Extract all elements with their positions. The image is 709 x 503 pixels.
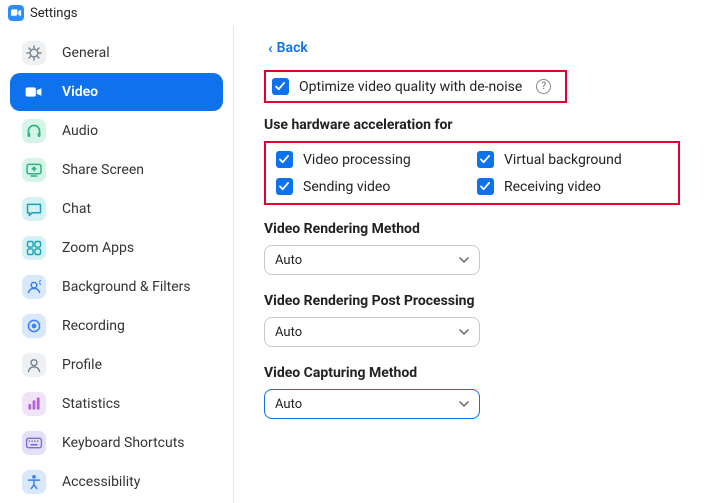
capture-method-value: Auto [275,397,302,412]
render-method-dropdown[interactable]: Auto [264,245,480,275]
sidebar-item-accessibility[interactable]: Accessibility [10,463,223,501]
virtual-background-label: Virtual background [504,152,622,168]
sidebar-item-label: Video [62,84,98,100]
sidebar-item-label: Accessibility [62,474,140,490]
chevron-left-icon: ‹ [268,41,273,56]
apps-icon [20,234,48,262]
denoise-highlight: Optimize video quality with de-noise ? [264,70,567,103]
main-panel: ‹ Back Optimize video quality with de-no… [234,26,709,503]
sidebar-item-label: Keyboard Shortcuts [62,435,185,451]
sidebar-item-share-screen[interactable]: Share Screen [10,151,223,189]
sending-video-checkbox[interactable] [276,178,293,195]
keyboard-icon [20,429,48,457]
render-post-value: Auto [275,325,302,340]
sidebar-item-general[interactable]: General [10,34,223,72]
sidebar-item-label: Recording [62,318,125,334]
sidebar-item-video[interactable]: Video [10,73,223,111]
denoise-label: Optimize video quality with de-noise [299,79,522,95]
chevron-down-icon [459,255,469,265]
sending-video-label: Sending video [303,179,390,195]
sidebar-item-statistics[interactable]: Statistics [10,385,223,423]
denoise-checkbox[interactable] [272,78,289,95]
background-filters-icon [20,273,48,301]
gear-icon [20,39,48,67]
sidebar-item-label: Profile [62,357,102,373]
titlebar: Settings [0,0,709,26]
sidebar-item-label: General [62,45,110,61]
video-processing-label: Video processing [303,152,411,168]
chevron-down-icon [459,327,469,337]
sidebar-item-label: Background & Filters [62,279,191,295]
recording-icon [20,312,48,340]
sidebar-item-audio[interactable]: Audio [10,112,223,150]
accessibility-icon [20,468,48,496]
back-link[interactable]: ‹ Back [268,40,308,56]
sidebar-item-zoom-apps[interactable]: Zoom Apps [10,229,223,267]
virtual-background-checkbox[interactable] [477,151,494,168]
chat-icon [20,195,48,223]
video-icon [20,78,48,106]
sidebar-item-profile[interactable]: Profile [10,346,223,384]
headphones-icon [20,117,48,145]
sidebar-item-label: Share Screen [62,162,144,178]
sidebar: General Video Audio Share Screen [0,26,234,503]
profile-icon [20,351,48,379]
hw-accel-title: Use hardware acceleration for [264,117,689,133]
sidebar-item-label: Chat [62,201,91,217]
receiving-video-label: Receiving video [504,179,601,195]
share-screen-icon [20,156,48,184]
capture-method-dropdown[interactable]: Auto [264,389,480,419]
sidebar-item-recording[interactable]: Recording [10,307,223,345]
statistics-icon [20,390,48,418]
chevron-down-icon [459,399,469,409]
sidebar-item-background-filters[interactable]: Background & Filters [10,268,223,306]
sidebar-item-label: Zoom Apps [62,240,134,256]
render-method-title: Video Rendering Method [264,221,689,237]
receiving-video-checkbox[interactable] [477,178,494,195]
sidebar-item-chat[interactable]: Chat [10,190,223,228]
render-post-dropdown[interactable]: Auto [264,317,480,347]
back-label: Back [277,40,308,56]
sidebar-item-label: Audio [62,123,98,139]
video-processing-checkbox[interactable] [276,151,293,168]
window-title: Settings [30,6,77,21]
hw-accel-highlight: Video processing Virtual background Send… [264,141,680,205]
render-method-value: Auto [275,253,302,268]
sidebar-item-label: Statistics [62,396,120,412]
help-icon[interactable]: ? [536,79,551,94]
render-post-title: Video Rendering Post Processing [264,293,689,309]
zoom-logo-icon [8,5,24,21]
sidebar-item-keyboard-shortcuts[interactable]: Keyboard Shortcuts [10,424,223,462]
capture-method-title: Video Capturing Method [264,365,689,381]
